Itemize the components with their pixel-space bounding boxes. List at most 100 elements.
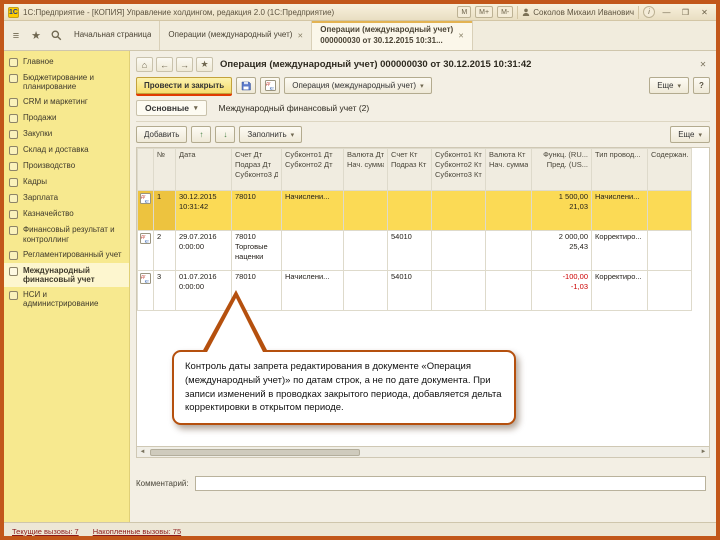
sidebar-item-purchases[interactable]: Закупки — [4, 126, 129, 142]
sidebar-item-label: Продажи — [23, 113, 57, 123]
favorite-star-icon[interactable]: ★ — [196, 57, 213, 72]
back-icon[interactable]: ← — [156, 57, 173, 72]
column-header-subconto-dt[interactable]: Субконто1 Дт Субконто2 Дт — [281, 148, 344, 191]
column-header-amount[interactable]: Функц. (RU... Пред. (US... — [531, 148, 592, 191]
chevron-down-icon: ▾ — [677, 82, 681, 90]
save-button[interactable] — [236, 77, 257, 94]
grid-more-button[interactable]: Еще ▾ — [670, 126, 710, 143]
sidebar-item-label: Финансовый результат и контроллинг — [23, 225, 115, 244]
close-button[interactable]: ✕ — [697, 6, 712, 19]
column-header-content[interactable]: Содержан... — [647, 148, 692, 191]
sidebar-item-main[interactable]: Главное — [4, 54, 129, 70]
post-button[interactable]: Дт Кт — [260, 77, 281, 94]
column-header-currency-dt[interactable]: Валюта ДтНач. сумма Дт — [343, 148, 388, 191]
move-down-button[interactable]: ↓ — [215, 126, 236, 143]
main-area: Главное Бюджетирование и планирование CR… — [4, 51, 716, 522]
svg-text:Кт: Кт — [269, 86, 273, 91]
calc-mminus-button[interactable]: M- — [497, 6, 514, 18]
tab-home[interactable]: Начальная страница — [66, 21, 161, 50]
posting-marker-icon: ДтКт — [140, 273, 151, 284]
add-row-button[interactable]: Добавить — [136, 126, 188, 143]
column-header-date[interactable]: Дата — [175, 148, 232, 191]
sidebar-item-crm[interactable]: CRM и маркетинг — [4, 94, 129, 110]
calc-m-button[interactable]: M — [457, 6, 472, 18]
app-logo-icon: 1С — [8, 6, 19, 18]
sidebar-item-warehouse[interactable]: Склад и доставка — [4, 142, 129, 158]
annotation-callout: Контроль даты запрета редактирования в д… — [172, 289, 516, 426]
chevron-down-icon: ▾ — [698, 131, 702, 139]
sidebar-item-finresult[interactable]: Финансовый результат и контроллинг — [4, 222, 129, 246]
button-label: Провести и закрыть — [144, 81, 225, 90]
move-up-button[interactable]: ↑ — [191, 126, 212, 143]
posting-marker-icon: ДтКт — [140, 193, 151, 204]
column-header-subconto-kt[interactable]: Субконто1 Кт Субконто2 Кт Субконто3 Кт — [431, 148, 486, 191]
section-icon — [9, 226, 18, 236]
scrollbar-track[interactable] — [148, 448, 698, 457]
tab-operation-document[interactable]: Операции (международный учет) 000000030 … — [312, 21, 474, 50]
sidebar-item-label: Казначейство — [23, 209, 74, 219]
section-icon — [9, 194, 18, 204]
minimize-button[interactable]: — — [659, 6, 674, 19]
search-icon[interactable] — [46, 21, 66, 50]
help-button[interactable]: ? — [693, 77, 710, 94]
current-calls-link[interactable]: Текущие вызовы: 7 — [12, 527, 79, 536]
sidebar-item-payroll[interactable]: Зарплата — [4, 190, 129, 206]
accumulated-calls-link[interactable]: Накопленные вызовы: 75 — [93, 527, 181, 536]
forward-icon[interactable]: → — [176, 57, 193, 72]
sidebar-item-hr[interactable]: Кадры — [4, 174, 129, 190]
column-header-account-kt[interactable]: Счет Кт Подраз Кт — [387, 148, 432, 191]
section-icon — [9, 291, 18, 301]
document-form: ⌂ ← → ★ Операция (международный учет) 00… — [130, 51, 716, 522]
calc-mplus-button[interactable]: M+ — [475, 6, 494, 18]
column-header-marker[interactable] — [137, 148, 154, 191]
section-icon — [9, 114, 18, 124]
table-row[interactable]: Дт Кт 1 30.12.2015 10:31:42 78010 Начислен… — [137, 190, 692, 231]
sidebar-item-production[interactable]: Производство — [4, 158, 129, 174]
window-title: 1С:Предприятие - [КОПИЯ] Управление холд… — [23, 7, 335, 17]
scroll-right-icon[interactable]: ► — [698, 448, 709, 457]
main-menu-icon[interactable]: ≡ — [6, 21, 26, 50]
sidebar-item-label: CRM и маркетинг — [23, 97, 88, 107]
info-button[interactable]: i — [643, 6, 655, 18]
section-icon — [9, 130, 18, 140]
sidebar-item-label: НСИ и администрирование — [23, 290, 99, 309]
statusbar: Текущие вызовы: 7 Накопленные вызовы: 75 — [4, 522, 716, 536]
chevron-down-icon: ▾ — [290, 131, 295, 139]
column-header-num[interactable]: № — [153, 148, 176, 191]
column-header-account-dt[interactable]: Счет Дт Подраз Дт Субконто3 Дт — [231, 148, 282, 191]
user-menu[interactable]: Соколов Михаил Иванович — [517, 5, 639, 19]
sidebar-item-treasury[interactable]: Казначейство — [4, 206, 129, 222]
maximize-button[interactable]: ❒ — [678, 6, 693, 19]
tab-operations-list[interactable]: Операции (международный учет) ✕ — [160, 21, 313, 50]
page-tab-main[interactable]: Основные ▾ — [136, 100, 207, 116]
chevron-down-icon: ▾ — [420, 82, 424, 90]
svg-text:Кт: Кт — [145, 239, 149, 244]
svg-text:Кт: Кт — [145, 279, 149, 284]
sidebar-item-intl-accounting[interactable]: Международный финансовый учет — [4, 262, 129, 288]
fill-dropdown-button[interactable]: Заполнить ▾ — [239, 126, 303, 143]
person-icon — [523, 8, 530, 16]
sidebar-item-label: Кадры — [23, 177, 47, 187]
column-header-currency-kt[interactable]: Валюта КтНач. сумма Кт — [485, 148, 532, 191]
sidebar-item-regulated[interactable]: Регламентированный учет — [4, 247, 129, 263]
tab-close-icon[interactable]: ✕ — [458, 32, 464, 40]
table-row[interactable]: Дт Кт 2 29.07.2016 0:00:00 78010 Торговые н… — [137, 230, 692, 271]
document-type-dropdown[interactable]: Операция (международный учет) ▾ — [284, 77, 432, 94]
sidebar-item-sales[interactable]: Продажи — [4, 110, 129, 126]
home-icon[interactable]: ⌂ — [136, 57, 153, 72]
scroll-left-icon[interactable]: ◄ — [137, 448, 148, 457]
column-header-type[interactable]: Тип провод... — [591, 148, 648, 191]
comment-input[interactable] — [194, 476, 706, 491]
horizontal-scrollbar[interactable]: ◄ ► — [136, 447, 710, 458]
window-titlebar: 1С 1С:Предприятие - [КОПИЯ] Управление х… — [4, 4, 716, 21]
sidebar-item-nsi-admin[interactable]: НСИ и администрирование — [4, 287, 129, 311]
form-close-icon[interactable]: ✕ — [696, 60, 710, 69]
post-and-close-button[interactable]: Провести и закрыть — [136, 77, 233, 94]
document-toolbar: Провести и закрыть Дт Кт Операция (междун… — [136, 77, 710, 100]
sidebar-item-budgeting[interactable]: Бюджетирование и планирование — [4, 70, 129, 94]
favorites-star-icon[interactable]: ★ — [26, 21, 46, 50]
more-button[interactable]: Еще ▾ — [649, 77, 689, 94]
scrollbar-thumb[interactable] — [150, 448, 360, 456]
page-tab-intl-accounting[interactable]: Международный финансовый учет (2) — [219, 103, 370, 113]
tab-close-icon[interactable]: ✕ — [297, 32, 303, 40]
